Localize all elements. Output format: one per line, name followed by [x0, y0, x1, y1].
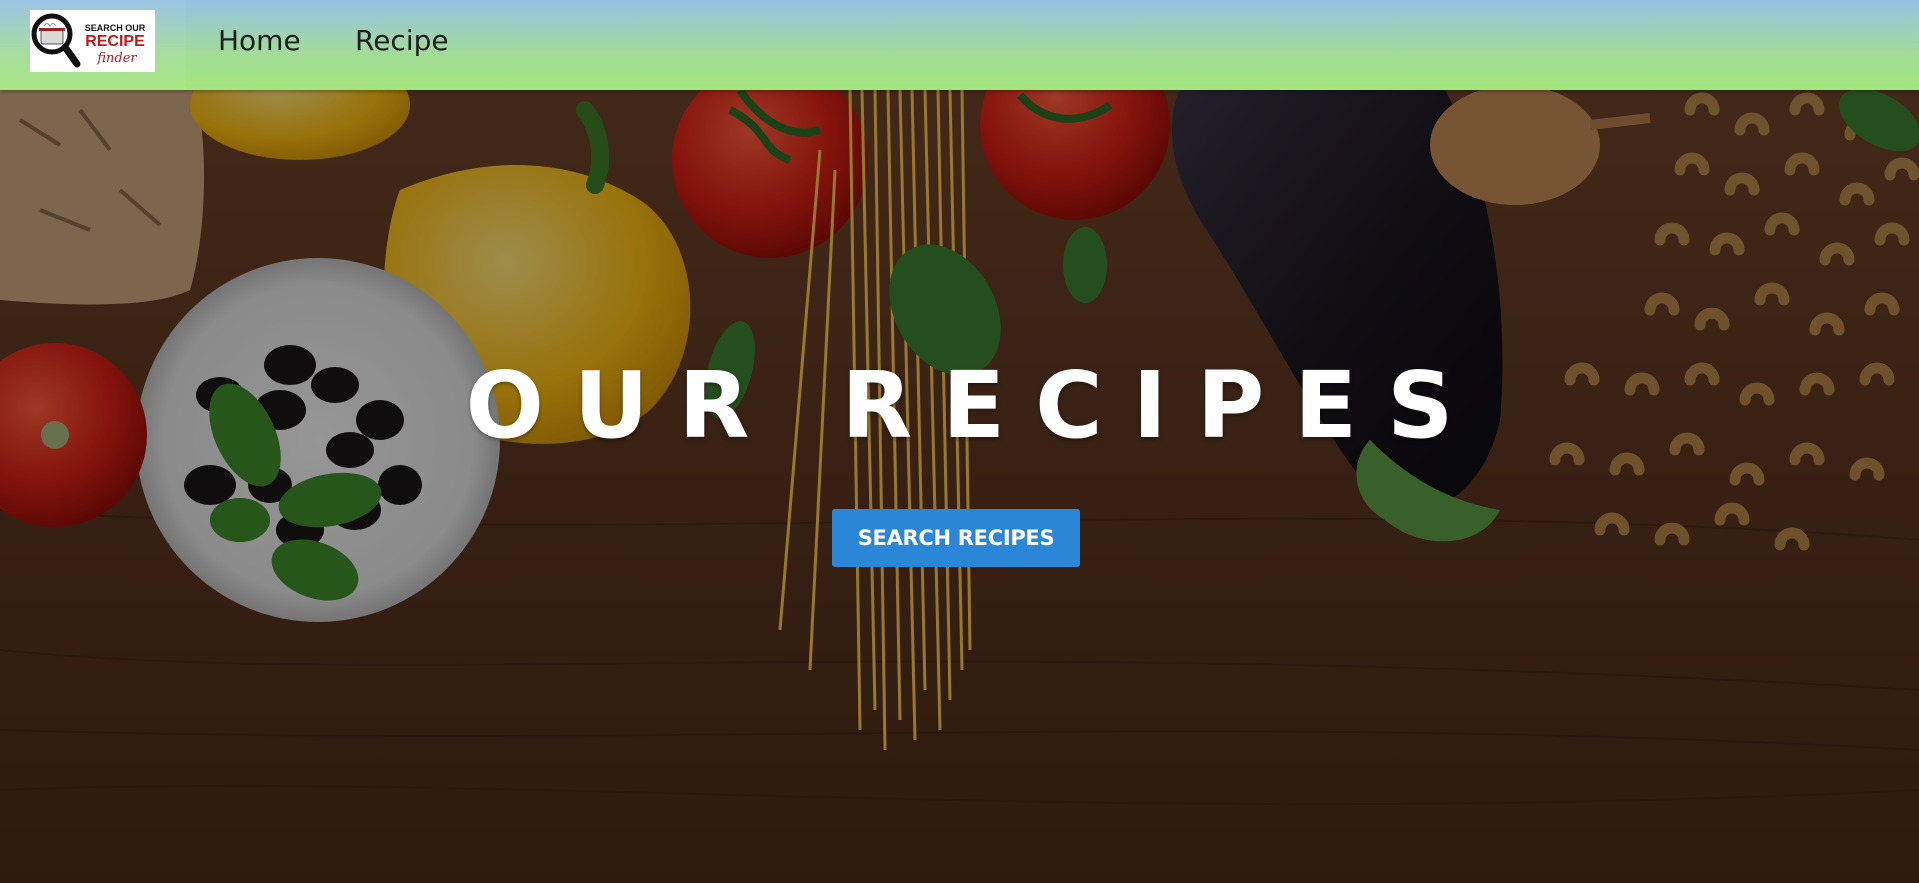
site-logo[interactable]: SEARCH OUR RECIPE finder	[30, 10, 155, 72]
logo-text-script: finder	[96, 51, 137, 66]
search-recipes-button[interactable]: SEARCH RECIPES	[832, 509, 1080, 567]
nav-home-link[interactable]: Home	[218, 24, 301, 57]
hero-dark-overlay	[0, 90, 1919, 883]
logo-text-top: SEARCH OUR	[85, 23, 146, 33]
logo-container: SEARCH OUR RECIPE finder	[0, 0, 186, 90]
hero-title: OUR RECIPES	[465, 352, 1484, 459]
nav-recipe-link[interactable]: Recipe	[355, 24, 449, 57]
logo-text-main: RECIPE	[85, 33, 145, 50]
hero-section: OUR RECIPES SEARCH RECIPES	[0, 90, 1919, 883]
navbar: SEARCH OUR RECIPE finder Home Recipe	[0, 0, 1919, 90]
magnifier-pot-icon: SEARCH OUR RECIPE finder	[31, 13, 146, 68]
